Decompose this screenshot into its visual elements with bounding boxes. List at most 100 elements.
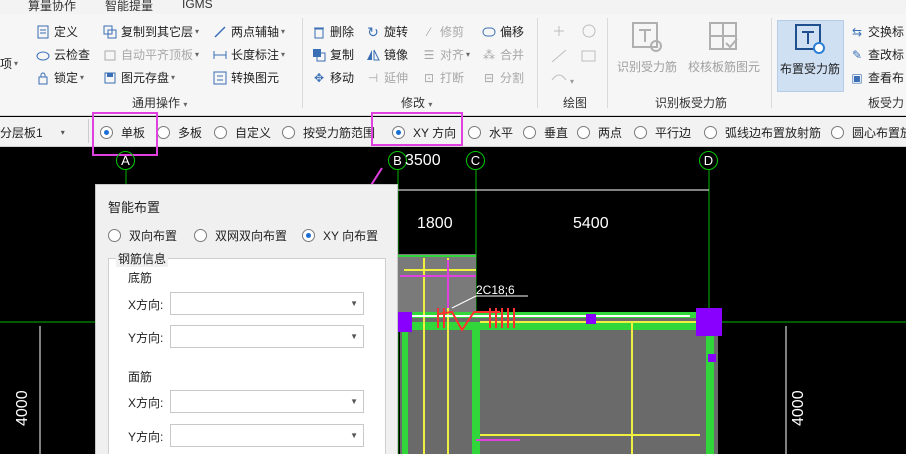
length-dimension-button[interactable]: 长度标注 ▾ [213, 45, 285, 65]
auto-align-top-button[interactable]: 自动平齐顶板 ▾ [103, 45, 199, 65]
edit-icon: ✎ [851, 48, 863, 62]
smart-layout-dialog: 智能布置 双向布置 双网双向布置 XY 向布置 钢筋信息 底筋 X方向: ▼ Y… [95, 184, 398, 454]
radio-center-radial[interactable]: 圆心布置放 [831, 124, 906, 140]
merge-button[interactable]: ⁂ 合并 [482, 45, 524, 65]
define-button[interactable]: 定义 [36, 22, 78, 42]
radio-by-rebar-range[interactable]: 按受力筋范围 [282, 124, 375, 140]
radio-icon [108, 228, 121, 242]
radio-horizontal[interactable]: 水平 [468, 124, 513, 140]
break-button[interactable]: ⊡ 打断 [422, 68, 464, 88]
top-x-select[interactable]: ▼ [170, 390, 364, 413]
beam-right [706, 330, 714, 454]
radio-icon [157, 125, 170, 139]
radio-two-way[interactable]: 双向布置 [108, 227, 177, 243]
column-marker-mid [586, 314, 596, 324]
column-marker-small [708, 354, 716, 362]
break-icon: ⊡ [423, 71, 435, 85]
two-point-axis-button[interactable]: 两点辅轴 ▾ [213, 22, 285, 42]
dimension-4000-left: 4000 [14, 390, 31, 426]
tab-collab[interactable]: 算量协作 [28, 0, 76, 14]
identify-rebar-button[interactable]: 识别受力筋 [617, 20, 677, 75]
rebar-info-legend: 钢筋信息 [116, 250, 169, 267]
lock-button[interactable]: 锁定 ▾ [36, 68, 84, 88]
beam-left [402, 330, 408, 454]
split-button[interactable]: ⊟ 分割 [482, 68, 524, 88]
copy-to-layer-button[interactable]: 复制到其它层 ▾ [103, 22, 199, 42]
offset-button[interactable]: 偏移 [482, 22, 524, 42]
check-rebar-icon [709, 22, 738, 50]
dimension-5400: 5400 [573, 215, 609, 232]
radio-icon [577, 125, 590, 139]
trim-button[interactable]: ⁄ 修剪 [422, 22, 464, 42]
radio-icon [523, 125, 536, 139]
ribbon-cut-item[interactable]: 项 ▾ [0, 54, 18, 74]
chevron-down-icon: ▼ [350, 332, 358, 341]
top-y-label: Y方向: [128, 430, 164, 444]
offset-icon [482, 25, 496, 39]
edit-label-button[interactable]: ✎ 查改标 [850, 45, 904, 65]
radio-double-net[interactable]: 双网双向布置 [194, 227, 287, 243]
tab-igms[interactable]: IGMS [182, 0, 213, 11]
move-button[interactable]: ✥ 移动 [312, 68, 354, 88]
lock-icon [36, 71, 50, 85]
radio-parallel-edge[interactable]: 平行边 [634, 124, 691, 140]
tab-smart-quantity[interactable]: 智能提量 [105, 0, 153, 14]
bottom-rebar-label: 底筋 [128, 271, 153, 285]
split-icon: ⊟ [483, 71, 495, 85]
radio-icon [704, 125, 717, 139]
radio-two-point[interactable]: 两点 [577, 124, 622, 140]
align-top-icon [103, 48, 117, 62]
beam-middle [472, 330, 480, 454]
merge-icon: ⁂ [483, 48, 495, 62]
top-y-select[interactable]: ▼ [170, 424, 364, 447]
bottom-y-select[interactable]: ▼ [170, 325, 364, 348]
element-save-button[interactable]: 图元存盘 ▾ [103, 68, 175, 88]
radio-multi-board[interactable]: 多板 [157, 124, 202, 140]
axis-icon [213, 25, 227, 39]
ribbon: 项 ▾ 定义 云检查 锁定 ▾ 复制到其它层 ▾ 自动平齐顶板 ▾ 图元存盘 ▾ 两点辅轴… [0, 14, 906, 116]
check-rebar-button[interactable]: 校核板筋图元 [688, 20, 760, 75]
rotate-button[interactable]: ↻ 旋转 [366, 22, 408, 42]
align-icon: ☰ [423, 48, 435, 62]
move-icon: ✥ [313, 71, 325, 85]
place-rebar-icon [795, 24, 825, 54]
save-icon [103, 71, 117, 85]
convert-element-button[interactable]: 转换图元 [213, 68, 279, 88]
group-label-general: 通用操作 ▾ [132, 96, 188, 110]
copy-icon [312, 48, 326, 62]
top-tab-strip: 算量协作 智能提量 IGMS [0, 0, 906, 14]
bottom-y-label: Y方向: [128, 331, 164, 345]
convert-icon [213, 71, 227, 85]
chevron-down-icon: ▼ [350, 431, 358, 440]
dimension-1800: 1800 [417, 215, 453, 232]
extend-button[interactable]: ⊣ 延伸 [366, 68, 408, 88]
swap-icon: ⇆ [851, 25, 863, 39]
radio-custom[interactable]: 自定义 [214, 124, 271, 140]
bottom-x-select[interactable]: ▼ [170, 292, 364, 315]
radio-arc-radial[interactable]: 弧线边布置放射筋 [704, 124, 821, 140]
ruler-icon [213, 48, 227, 62]
align-button[interactable]: ☰ 对齐 ▾ [422, 45, 470, 65]
chevron-down-icon: ▼ [350, 299, 358, 308]
place-rebar-button[interactable]: 布置受力筋 [780, 22, 840, 77]
view-layout-button[interactable]: ▣ 查看布 [850, 68, 904, 88]
layer-select[interactable]: 分层板1 ▾ [0, 124, 86, 140]
swap-label-button[interactable]: ⇆ 交换标 [850, 22, 904, 42]
radio-vertical[interactable]: 垂直 [523, 124, 568, 140]
rotate-icon: ↻ [367, 24, 379, 40]
divider [302, 18, 303, 108]
bottom-x-label: X方向: [128, 298, 164, 312]
group-label-draw: 绘图 [563, 96, 588, 110]
radio-icon [831, 125, 844, 139]
radio-xy-layout[interactable]: XY 向布置 [302, 227, 378, 243]
copy-button[interactable]: 复制 [312, 45, 354, 65]
radio-selected-icon [302, 228, 315, 242]
delete-button[interactable]: 删除 [312, 22, 354, 42]
radio-icon [194, 228, 207, 242]
draw-tools: ▾ [548, 22, 602, 92]
radio-icon [468, 125, 481, 139]
axis-label-d: D [699, 151, 718, 170]
define-icon [36, 25, 50, 39]
cloud-check-button[interactable]: 云检查 [36, 45, 90, 65]
mirror-button[interactable]: 镜像 [366, 45, 408, 65]
